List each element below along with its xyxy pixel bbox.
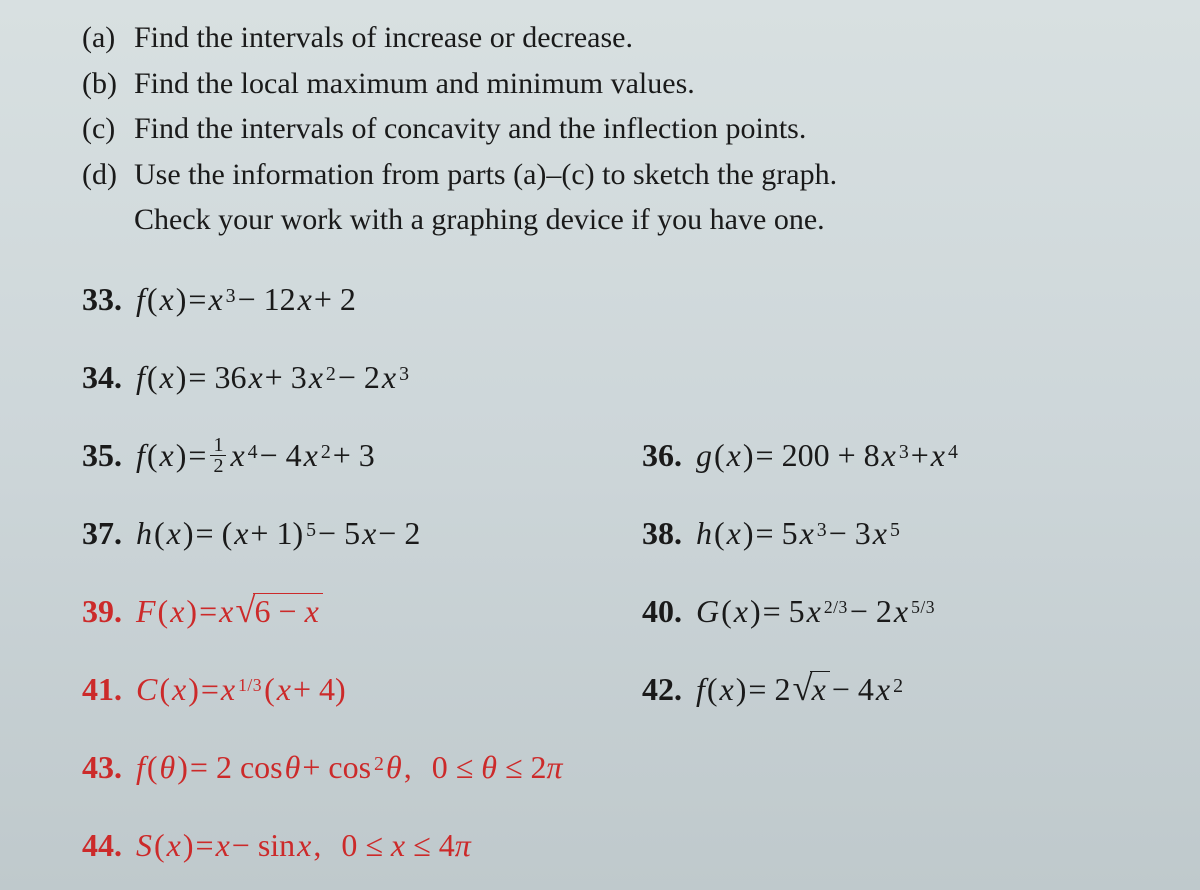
problems-list: 33. f(x) = x3 − 12x + 2 34. f(x) = 36x +… (82, 270, 1182, 876)
problem-expression: h(x) = 5x3 − 3x5 (696, 515, 900, 552)
problem-expression: f(θ) = 2 cos θ + cos2θ, 0 ≤ θ ≤ 2π (136, 749, 563, 786)
instructions-block: (a) Find the intervals of increase or de… (82, 16, 1182, 242)
instruction-text: Find the intervals of increase or decrea… (134, 16, 633, 60)
instruction-letter: (c) (82, 107, 122, 151)
problem-number: 42. (642, 671, 682, 708)
instruction-text: Use the information from parts (a)–(c) t… (134, 153, 837, 197)
fraction-one-half: 12 (210, 435, 226, 476)
problem-number: 35. (82, 437, 122, 474)
sqrt-icon: √x (792, 671, 829, 707)
instruction-d: (d) Use the information from parts (a)–(… (82, 153, 1182, 197)
problem-expression: S(x) = x − sin x, 0 ≤ x ≤ 4π (136, 827, 471, 864)
domain-constraint: 0 ≤ x ≤ 4π (341, 827, 470, 864)
problem-36: 36. g(x) = 200 + 8x3 + x4 (642, 437, 1182, 474)
problem-number: 34. (82, 359, 122, 396)
instruction-letter: (b) (82, 62, 122, 106)
instruction-b: (b) Find the local maximum and minimum v… (82, 62, 1182, 106)
problem-40: 40. G(x) = 5x2/3 − 2x5/3 (642, 593, 1182, 630)
sqrt-icon: √6 − x (235, 593, 322, 629)
problem-39: 39. F(x) = x √6 − x (82, 593, 642, 630)
problem-number: 43. (82, 749, 122, 786)
problem-41: 41. C(x) = x1/3 (x + 4) (82, 671, 642, 708)
instruction-text: Find the local maximum and minimum value… (134, 62, 695, 106)
problem-42: 42. f(x) = 2 √x − 4x2 (642, 671, 1182, 708)
instruction-letter: (d) (82, 153, 122, 197)
problem-34: 34. f(x) = 36x + 3x2 − 2x3 (82, 359, 1182, 396)
domain-constraint: 0 ≤ θ ≤ 2π (432, 749, 563, 786)
problem-number: 37. (82, 515, 122, 552)
instruction-letter: (a) (82, 16, 122, 60)
problem-expression: f(x) = 36x + 3x2 − 2x3 (136, 359, 409, 396)
problem-number: 40. (642, 593, 682, 630)
instruction-c: (c) Find the intervals of concavity and … (82, 107, 1182, 151)
problem-expression: G(x) = 5x2/3 − 2x5/3 (696, 593, 935, 630)
problem-expression: f(x) = x3 − 12x + 2 (136, 281, 356, 318)
problem-44: 44. S(x) = x − sin x, 0 ≤ x ≤ 4π (82, 827, 1182, 864)
instruction-a: (a) Find the intervals of increase or de… (82, 16, 1182, 60)
problem-35: 35. f(x) = 12 x4 − 4x2 + 3 (82, 435, 642, 476)
problem-number: 41. (82, 671, 122, 708)
problem-number: 44. (82, 827, 122, 864)
problem-number: 36. (642, 437, 682, 474)
problem-number: 39. (82, 593, 122, 630)
problem-number: 33. (82, 281, 122, 318)
problem-expression: g(x) = 200 + 8x3 + x4 (696, 437, 958, 474)
problem-expression: h(x) = (x + 1)5 − 5x − 2 (136, 515, 420, 552)
textbook-page: 33–44 (a) Find the intervals of increase… (0, 0, 1182, 876)
problem-expression: C(x) = x1/3 (x + 4) (136, 671, 346, 708)
problem-expression: f(x) = 12 x4 − 4x2 + 3 (136, 435, 375, 476)
problem-expression: F(x) = x √6 − x (136, 593, 323, 630)
problem-33: 33. f(x) = x3 − 12x + 2 (82, 281, 1182, 318)
problem-37: 37. h(x) = (x + 1)5 − 5x − 2 (82, 515, 642, 552)
problem-38: 38. h(x) = 5x3 − 3x5 (642, 515, 1182, 552)
instruction-d-continued: Check your work with a graphing device i… (134, 198, 1182, 242)
instruction-text: Find the intervals of concavity and the … (134, 107, 806, 151)
problem-range-label: 33–44 (82, 0, 1182, 14)
problem-43: 43. f(θ) = 2 cos θ + cos2θ, 0 ≤ θ ≤ 2π (82, 749, 1182, 786)
problem-number: 38. (642, 515, 682, 552)
problem-expression: f(x) = 2 √x − 4x2 (696, 671, 903, 708)
